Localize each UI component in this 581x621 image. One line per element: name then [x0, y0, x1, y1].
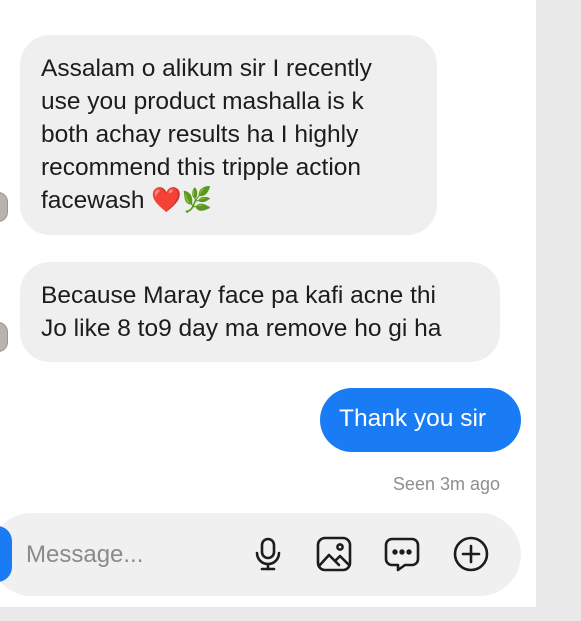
- message-input[interactable]: [26, 538, 226, 572]
- incoming-message-bubble[interactable]: Because Maray face pa kafi acne thi Jo l…: [20, 262, 500, 362]
- message-text: Because Maray face pa kafi acne thi Jo l…: [41, 282, 442, 342]
- sender-avatar[interactable]: [0, 322, 8, 352]
- gallery-icon[interactable]: [315, 535, 353, 573]
- sticker-icon[interactable]: [383, 535, 421, 573]
- sender-avatar[interactable]: [0, 192, 8, 222]
- outgoing-message-bubble[interactable]: Thank you sir: [320, 388, 521, 452]
- message-text: Thank you sir: [339, 405, 487, 432]
- add-icon[interactable]: [452, 535, 490, 573]
- camera-button[interactable]: [0, 526, 12, 582]
- microphone-icon[interactable]: [249, 535, 287, 573]
- incoming-message-bubble[interactable]: Assalam o alikum sir I recently use you …: [20, 35, 437, 235]
- chat-screen: Assalam o alikum sir I recently use you …: [0, 0, 536, 607]
- message-emoji: ❤️🌿: [151, 187, 213, 214]
- seen-status: Seen 3m ago: [392, 474, 500, 494]
